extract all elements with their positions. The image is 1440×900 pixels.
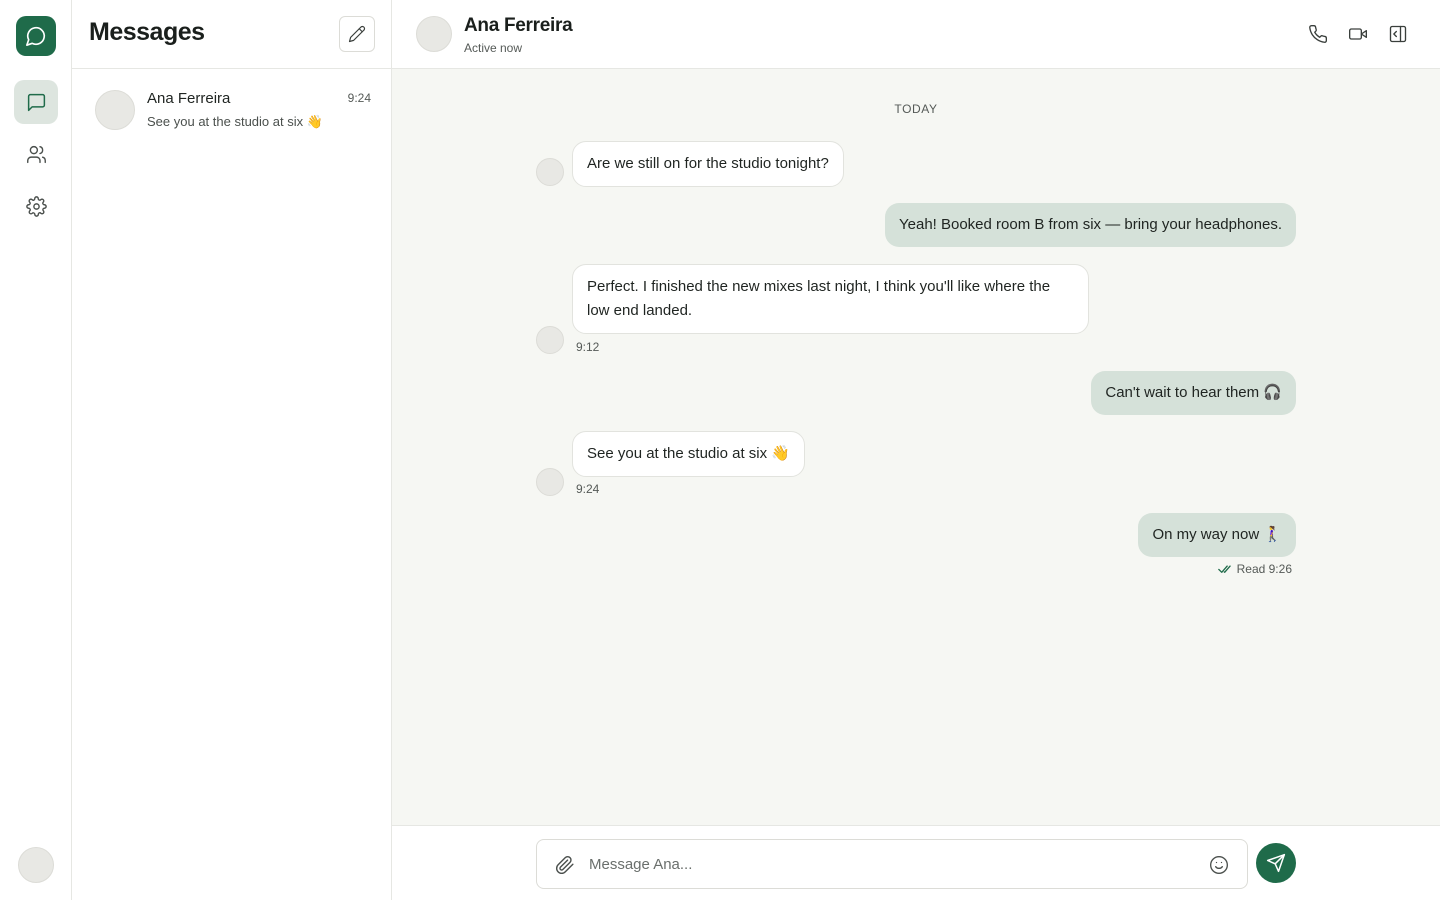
rail-contacts-button[interactable]: [14, 132, 58, 176]
users-icon: [26, 145, 46, 163]
send-button[interactable]: [1256, 843, 1296, 883]
message-input[interactable]: [589, 848, 1189, 880]
message-time: 9:12: [576, 340, 600, 354]
paperclip-icon: [555, 855, 574, 875]
contact-status: Active now: [464, 41, 523, 55]
video-call-button[interactable]: [1344, 20, 1372, 48]
conversation-preview: See you at the studio at six 👋: [147, 114, 323, 129]
contact-name: Ana Ferreira: [464, 15, 573, 36]
avatar: [536, 326, 564, 354]
attach-button[interactable]: [553, 853, 577, 877]
avatar: [536, 158, 564, 186]
message-bubble-incoming: Perfect. I finished the new mixes last n…: [572, 264, 1089, 334]
conversation-list-panel: Messages Ana Ferreira 9:24 See you at th…: [72, 0, 392, 900]
user-avatar[interactable]: [18, 847, 54, 883]
conversation-name: Ana Ferreira: [147, 90, 231, 107]
read-receipt-text: Read 9:26: [1236, 562, 1292, 576]
app-logo[interactable]: [16, 16, 56, 56]
contact-avatar[interactable]: [416, 16, 452, 52]
phone-icon: [1309, 25, 1328, 43]
day-separator: TODAY: [894, 102, 938, 116]
toggle-panel-button[interactable]: [1384, 20, 1412, 48]
smiley-icon: [1210, 856, 1228, 874]
conversation-list-header: Messages: [72, 0, 391, 69]
send-icon: [1266, 853, 1286, 873]
message-bubble-incoming: Are we still on for the studio tonight?: [572, 141, 844, 187]
avatar: [95, 90, 135, 130]
conversation-time: 9:24: [347, 91, 371, 105]
message-bubble-outgoing: Yeah! Booked room B from six — bring you…: [885, 203, 1296, 247]
message-bubble-incoming: See you at the studio at six 👋: [572, 431, 805, 477]
read-receipt: Read 9:26: [1217, 562, 1292, 576]
message-bubble-outgoing: Can't wait to hear them 🎧: [1091, 371, 1296, 415]
panel-toggle-icon: [1389, 25, 1407, 43]
composer-bar: [392, 825, 1440, 900]
chat-header: Ana Ferreira Active now: [392, 0, 1440, 69]
gear-icon: [25, 195, 47, 217]
avatar: [536, 468, 564, 496]
chat-bubble-icon: [26, 26, 46, 46]
message-square-icon: [27, 93, 45, 111]
conversation-item[interactable]: Ana Ferreira 9:24 See you at the studio …: [72, 70, 391, 150]
rail-chats-button[interactable]: [14, 80, 58, 124]
double-check-icon: [1217, 565, 1231, 573]
emoji-button[interactable]: [1207, 853, 1231, 877]
composer: [536, 839, 1248, 889]
message-bubble-outgoing: On my way now 🚶‍♀️: [1138, 513, 1296, 557]
compose-button[interactable]: [339, 16, 375, 52]
message-time: 9:24: [576, 482, 600, 496]
page-title: Messages: [89, 18, 205, 46]
video-camera-icon: [1349, 28, 1367, 40]
pencil-icon: [348, 25, 366, 43]
chat-pane: Ana Ferreira Active now TODAY Are we sti…: [392, 0, 1440, 900]
app-rail: [0, 0, 72, 900]
voice-call-button[interactable]: [1304, 20, 1332, 48]
rail-settings-button[interactable]: [14, 184, 58, 228]
